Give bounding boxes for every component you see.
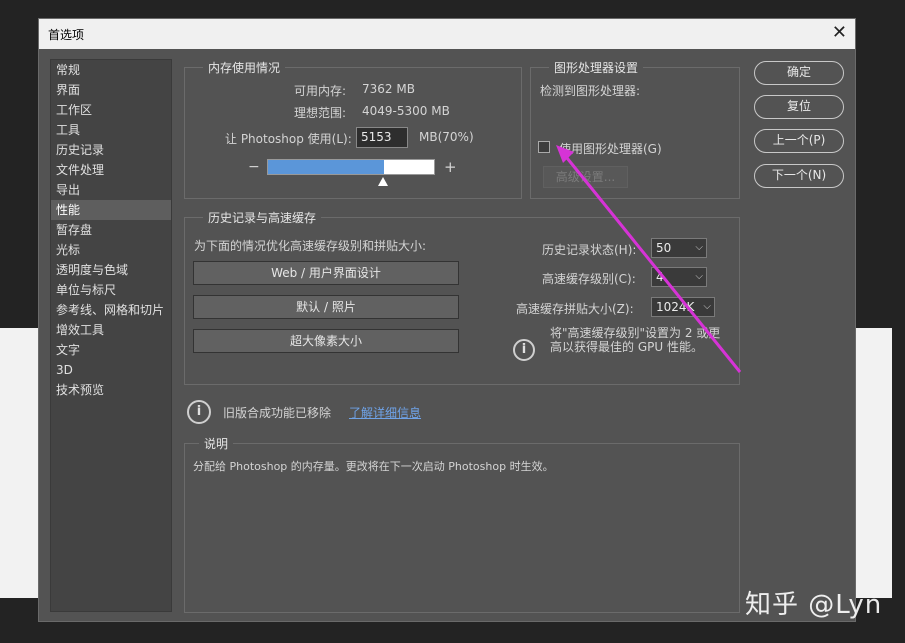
history-cache-legend: 历史记录与高速缓存 — [203, 209, 322, 226]
memory-amount-input[interactable]: 5153 — [356, 127, 408, 148]
legacy-compositing-message: 旧版合成功能已移除 — [223, 406, 332, 420]
background-white-left — [0, 328, 40, 598]
sidebar-item[interactable]: 工具 — [51, 120, 171, 140]
preferences-dialog: 首选项 ✕ 常规 界面 工作区 工具 历史记录 文件处理 导出 性能 暂存盘 光标 透明度与色域 单位… — [38, 18, 856, 622]
info-icon: i — [513, 339, 535, 361]
sidebar-item[interactable]: 光标 — [51, 240, 171, 260]
cache-levels-select[interactable]: 4 ⌵ — [651, 267, 707, 287]
background-white-right — [856, 328, 892, 598]
next-button[interactable]: 下一个(N) — [754, 164, 844, 188]
cache-tip-line2: 高以获得最佳的 GPU 性能。 — [550, 340, 703, 354]
sidebar-item[interactable]: 3D — [51, 360, 171, 380]
sidebar-item[interactable]: 性能 — [51, 200, 171, 220]
learn-more-link[interactable]: 了解详细信息 — [349, 404, 421, 421]
chevron-down-icon: ⌵ — [703, 301, 711, 312]
use-gpu-label[interactable]: 使用图形处理器(G) — [559, 140, 662, 157]
sidebar-item[interactable]: 界面 — [51, 80, 171, 100]
history-states-select[interactable]: 50 ⌵ — [651, 238, 707, 258]
previous-button[interactable]: 上一个(P) — [754, 129, 844, 153]
sidebar-item[interactable]: 历史记录 — [51, 140, 171, 160]
memory-slider[interactable] — [267, 159, 435, 175]
window-title: 首选项 — [48, 28, 85, 42]
preferences-sidebar: 常规 界面 工作区 工具 历史记录 文件处理 导出 性能 暂存盘 光标 透明度与色域 单位与标尺 参考线… — [50, 59, 172, 612]
cache-tile-size-value: 1024K — [656, 300, 695, 314]
cache-levels-value: 4 — [656, 270, 664, 284]
gpu-settings-legend: 图形处理器设置 — [549, 59, 644, 76]
web-ui-design-button[interactable]: Web / 用户界面设计 — [193, 261, 459, 285]
description-legend: 说明 — [199, 435, 234, 452]
cache-levels-label: 高速缓存级别(C): — [542, 272, 636, 286]
sidebar-item[interactable]: 暂存盘 — [51, 220, 171, 240]
info-icon: i — [187, 400, 211, 424]
sidebar-item[interactable]: 常规 — [51, 60, 171, 80]
history-states-label: 历史记录状态(H): — [542, 243, 637, 257]
sidebar-item[interactable]: 文字 — [51, 340, 171, 360]
sidebar-item[interactable]: 导出 — [51, 180, 171, 200]
advanced-settings-button[interactable]: 高级设置... — [543, 166, 628, 188]
optimize-cache-label: 为下面的情况优化高速缓存级别和拼贴大小: — [194, 239, 427, 253]
ok-button[interactable]: 确定 — [754, 61, 844, 85]
memory-slider-fill — [268, 160, 385, 174]
gpu-detected-label: 检测到图形处理器: — [540, 84, 641, 98]
cache-tile-size-select[interactable]: 1024K ⌵ — [651, 297, 715, 317]
available-memory-label: 可用内存: — [294, 84, 347, 98]
sidebar-item[interactable]: 文件处理 — [51, 160, 171, 180]
titlebar: 首选项 ✕ — [39, 19, 855, 49]
ideal-range-label: 理想范围: — [294, 106, 347, 120]
history-states-value: 50 — [656, 241, 672, 255]
sidebar-item[interactable]: 单位与标尺 — [51, 280, 171, 300]
available-memory-value: 7362 MB — [362, 82, 415, 96]
memory-usage-legend: 内存使用情况 — [203, 59, 286, 76]
sidebar-item[interactable]: 工作区 — [51, 100, 171, 120]
chevron-down-icon: ⌵ — [695, 271, 703, 282]
description-text: 分配给 Photoshop 的内存量。更改将在下一次启动 Photoshop 时… — [193, 460, 554, 473]
huge-pixel-size-button[interactable]: 超大像素大小 — [193, 329, 459, 353]
default-photo-button[interactable]: 默认 / 照片 — [193, 295, 459, 319]
sidebar-item[interactable]: 参考线、网格和切片 — [51, 300, 171, 320]
use-gpu-checkbox[interactable] — [538, 141, 550, 153]
increase-memory-icon[interactable]: + — [444, 158, 457, 176]
chevron-down-icon: ⌵ — [695, 242, 703, 253]
close-icon[interactable]: ✕ — [832, 22, 847, 43]
ideal-range-value: 4049-5300 MB — [362, 104, 450, 118]
decrease-memory-icon[interactable]: − — [248, 159, 260, 175]
sidebar-item[interactable]: 技术预览 — [51, 380, 171, 400]
sidebar-item[interactable]: 增效工具 — [51, 320, 171, 340]
photoshop-memory-label: 让 Photoshop 使用(L): — [225, 132, 352, 146]
sidebar-item[interactable]: 透明度与色域 — [51, 260, 171, 280]
memory-percent-label: MB(70%) — [419, 130, 474, 144]
cache-tile-size-label: 高速缓存拼贴大小(Z): — [516, 302, 634, 316]
memory-slider-thumb[interactable] — [378, 177, 389, 186]
watermark: 知乎 @Lyn — [745, 590, 883, 620]
reset-button[interactable]: 复位 — [754, 95, 844, 119]
